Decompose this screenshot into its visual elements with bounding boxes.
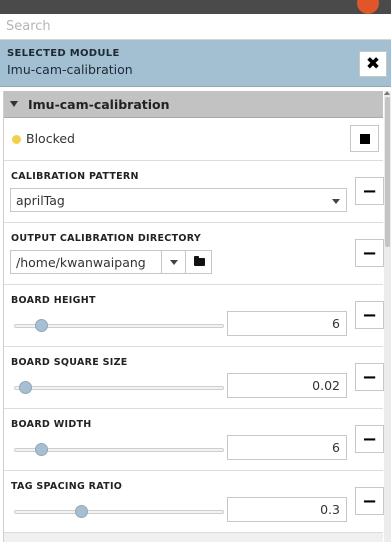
- selected-module-title: SELECTED MODULE: [7, 48, 120, 59]
- output-directory-dropdown-button[interactable]: [161, 251, 185, 273]
- folder-icon: [194, 256, 205, 266]
- slider-thumb[interactable]: [18, 381, 32, 394]
- param-row-tag-spacing-ratio: TAG SPACING RATIO −: [4, 471, 384, 533]
- collapse-triangle-icon[interactable]: [10, 101, 18, 107]
- board-square-size-label: BOARD SQUARE SIZE: [11, 357, 128, 368]
- chevron-down-icon: [332, 199, 340, 204]
- param-row-board-square-size: BOARD SQUARE SIZE −: [4, 347, 384, 409]
- board-height-input[interactable]: [227, 311, 347, 336]
- module-panel: Imu-cam-calibration Blocked CALIBRATION …: [3, 91, 384, 542]
- board-square-size-input[interactable]: [227, 373, 347, 398]
- param-row-board-width: BOARD WIDTH −: [4, 409, 384, 471]
- board-width-label: BOARD WIDTH: [11, 419, 92, 430]
- param-row-calibration-pattern: CALIBRATION PATTERN aprilTag −: [4, 161, 384, 223]
- selected-module-name: Imu-cam-calibration: [7, 62, 133, 77]
- tag-spacing-ratio-input[interactable]: [227, 497, 347, 522]
- module-panel-title: Imu-cam-calibration: [28, 96, 170, 112]
- remove-output-directory-button[interactable]: −: [355, 239, 384, 267]
- selected-module-bar: SELECTED MODULE Imu-cam-calibration ✖: [0, 40, 391, 87]
- minus-icon: −: [361, 366, 378, 388]
- param-row-board-height: BOARD HEIGHT −: [4, 285, 384, 347]
- slider-thumb[interactable]: [35, 443, 49, 456]
- param-row-output-directory: OUTPUT CALIBRATION DIRECTORY /home/kwanw…: [4, 223, 384, 285]
- minus-icon: −: [361, 242, 378, 264]
- output-directory-label: OUTPUT CALIBRATION DIRECTORY: [11, 233, 201, 244]
- board-height-slider[interactable]: [14, 319, 224, 332]
- minus-icon: −: [361, 304, 378, 326]
- board-width-slider[interactable]: [14, 443, 224, 456]
- window-title-bar: [0, 0, 391, 14]
- minus-icon: −: [361, 490, 378, 512]
- board-square-size-slider[interactable]: [14, 381, 224, 394]
- slider-track: [14, 510, 224, 514]
- minus-icon: −: [361, 180, 378, 202]
- calibration-pattern-select[interactable]: aprilTag: [10, 188, 347, 212]
- remove-board-width-button[interactable]: −: [355, 425, 384, 453]
- slider-track: [14, 386, 224, 390]
- search-input[interactable]: [0, 14, 391, 39]
- remove-board-square-size-button[interactable]: −: [355, 363, 384, 391]
- board-height-label: BOARD HEIGHT: [11, 295, 96, 306]
- tag-spacing-ratio-label: TAG SPACING RATIO: [11, 481, 123, 492]
- minus-icon: −: [361, 428, 378, 450]
- module-panel-header[interactable]: Imu-cam-calibration: [4, 91, 383, 118]
- slider-thumb[interactable]: [35, 319, 49, 332]
- scroll-up-arrow-icon[interactable]: [384, 91, 390, 95]
- scrollbar-thumb[interactable]: [385, 97, 390, 247]
- close-x-icon: ✖: [365, 54, 381, 74]
- window-close-icon[interactable]: [357, 0, 379, 14]
- tag-spacing-ratio-slider[interactable]: [14, 505, 224, 518]
- output-directory-field[interactable]: /home/kwanwaipang: [10, 250, 212, 274]
- remove-calibration-pattern-button[interactable]: −: [355, 177, 384, 205]
- chevron-down-icon: [170, 260, 178, 265]
- slider-thumb[interactable]: [75, 505, 89, 518]
- stop-square-icon: [359, 133, 370, 144]
- status-row: Blocked: [4, 118, 383, 161]
- output-directory-value: /home/kwanwaipang: [16, 255, 146, 270]
- deselect-module-button[interactable]: ✖: [359, 51, 387, 77]
- board-width-input[interactable]: [227, 435, 347, 460]
- browse-folder-button[interactable]: [185, 251, 212, 273]
- next-section-header-partial: [4, 533, 383, 542]
- status-dot-icon: [12, 135, 21, 144]
- stop-button[interactable]: [350, 125, 379, 152]
- calibration-pattern-label: CALIBRATION PATTERN: [11, 171, 139, 182]
- status-text: Blocked: [26, 131, 75, 146]
- search-bar: [0, 14, 391, 40]
- remove-tag-spacing-ratio-button[interactable]: −: [355, 487, 384, 515]
- remove-board-height-button[interactable]: −: [355, 301, 384, 329]
- panel-scrollbar[interactable]: [384, 91, 391, 542]
- calibration-pattern-value: aprilTag: [16, 193, 65, 208]
